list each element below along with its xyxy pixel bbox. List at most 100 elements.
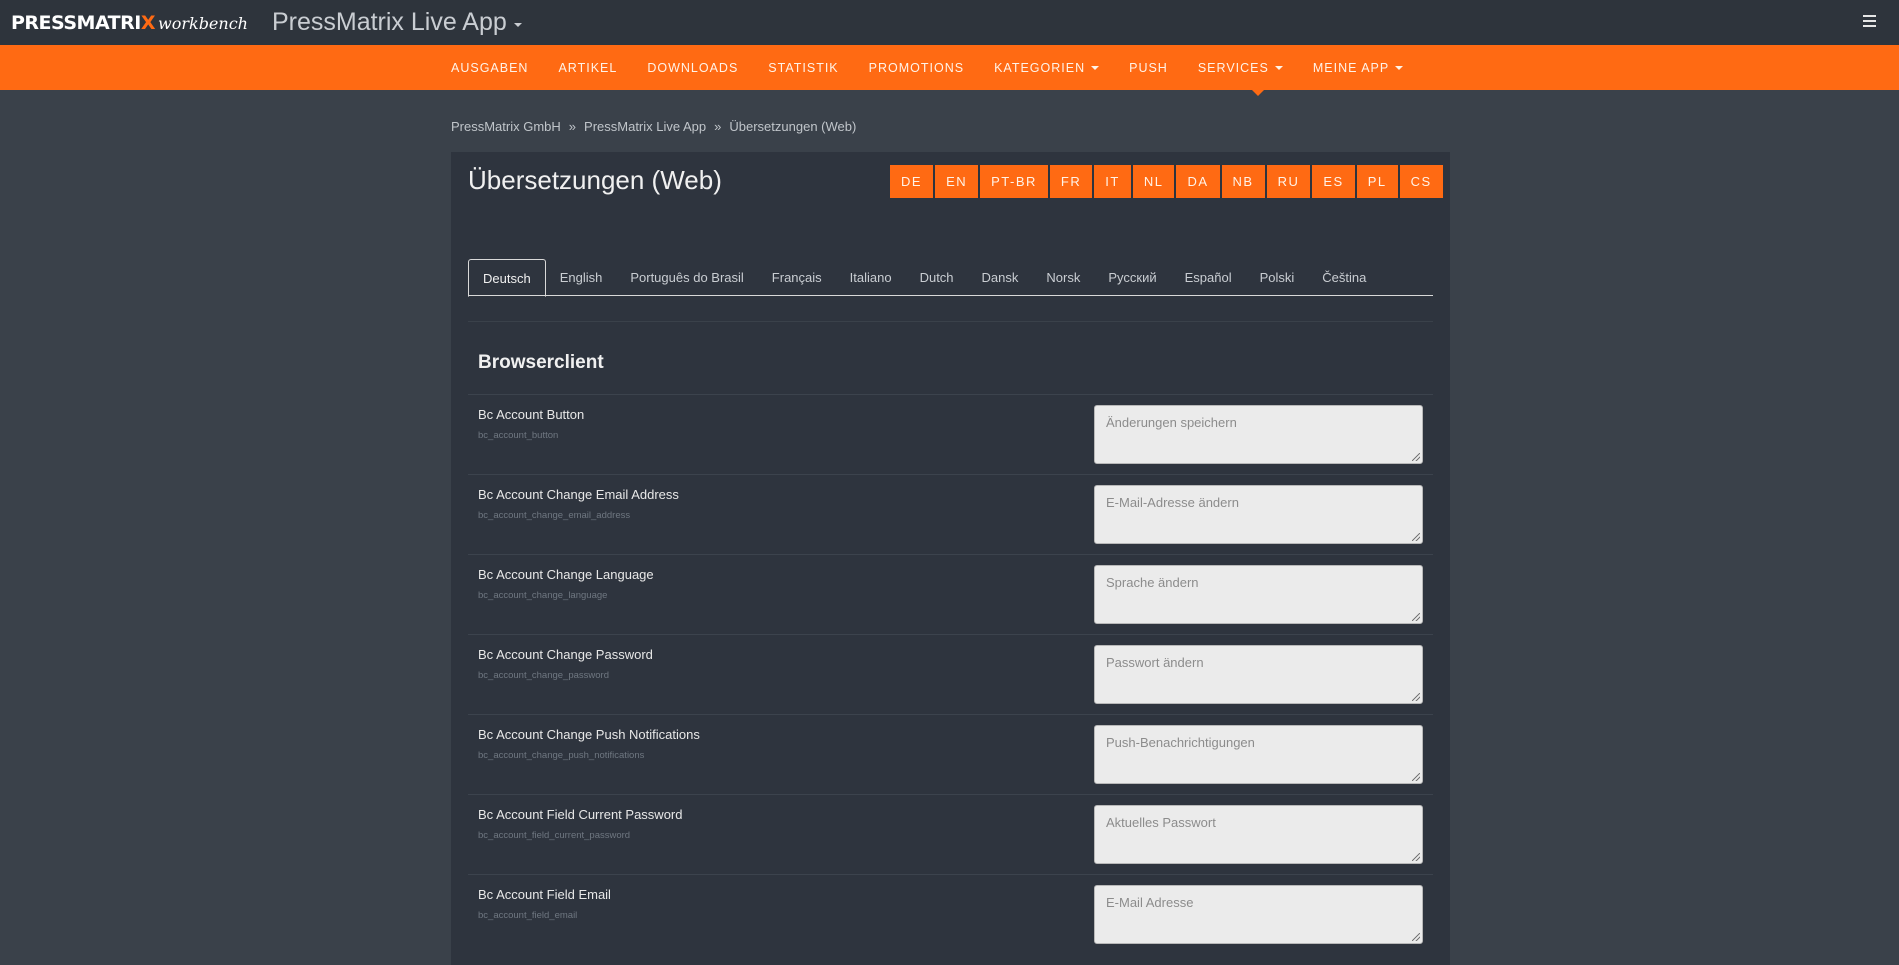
nav-item-kategorien[interactable]: KATEGORIEN [994, 60, 1100, 75]
translation-textarea[interactable]: E-Mail-Adresse ändern [1094, 485, 1423, 544]
lang-button-es[interactable]: ES [1312, 165, 1355, 198]
nav-item-artikel[interactable]: ARTIKEL [558, 61, 617, 75]
nav-item-label: AUSGABEN [451, 60, 529, 75]
tab-italiano[interactable]: Italiano [836, 259, 906, 296]
nav-item-services[interactable]: SERVICES [1198, 61, 1283, 75]
caret-down-icon [1395, 66, 1404, 70]
caret-down-icon [1274, 66, 1283, 70]
resize-handle-icon[interactable] [1412, 693, 1420, 701]
breadcrumb: PressMatrix GmbH » PressMatrix Live App » Üb… [451, 119, 856, 134]
translation-textarea[interactable]: Passwort ändern [1094, 645, 1423, 704]
pressmatrix-logo[interactable]: PRESSMATRIX workbench [11, 12, 248, 34]
language-buttons: DE EN PT-BR FR IT NL DA NB RU ES PL CS [890, 165, 1445, 198]
tab-norsk[interactable]: Norsk [1032, 259, 1094, 296]
lang-button-pt-br[interactable]: PT-BR [980, 165, 1048, 198]
tab-dansk[interactable]: Dansk [968, 259, 1033, 296]
tab-lang-8[interactable]: Русский [1094, 259, 1170, 296]
translation-row: Bc Account Change Password bc_account_cha… [468, 634, 1433, 714]
nav-item-label: ARTIKEL [558, 60, 618, 75]
tab-dutch[interactable]: Dutch [906, 259, 968, 296]
translation-key: bc_account_field_email [478, 910, 578, 921]
lang-button-cs[interactable]: CS [1399, 165, 1443, 198]
translation-row: Bc Account Field Current Password bc_acco… [468, 794, 1433, 874]
translation-row: Bc Account Change Push Notifications bc_a… [468, 714, 1433, 794]
resize-handle-icon[interactable] [1412, 533, 1420, 541]
translation-key: bc_account_change_password [478, 670, 609, 681]
translation-textarea[interactable]: E-Mail Adresse [1094, 885, 1423, 944]
breadcrumb-separator: » [714, 119, 722, 134]
nav-item-label: PROMOTIONS [868, 60, 965, 75]
nav-item-promotions[interactable]: PROMOTIONS [869, 61, 964, 75]
translation-textarea[interactable]: Änderungen speichern [1094, 405, 1423, 464]
translation-value: Sprache ändern [1106, 575, 1199, 590]
tab-polski[interactable]: Polski [1246, 259, 1309, 296]
translation-row: Bc Account Button bc_account_button Änderu… [468, 394, 1433, 474]
hamburger-menu-icon[interactable] [1863, 15, 1876, 27]
lang-button-it[interactable]: IT [1094, 165, 1131, 198]
translation-key: bc_account_change_language [478, 590, 608, 601]
translation-textarea[interactable]: Push-Benachrichtigungen [1094, 725, 1423, 784]
lang-button-nl[interactable]: NL [1132, 165, 1175, 198]
page-title: Übersetzungen (Web) [468, 165, 722, 195]
translation-row: Bc Account Field Email bc_account_field_e… [468, 874, 1433, 954]
breadcrumb-item[interactable]: PressMatrix GmbH [451, 119, 561, 134]
resize-handle-icon[interactable] [1412, 933, 1420, 941]
nav-item-label: SERVICES [1197, 60, 1269, 75]
lang-button-nb[interactable]: NB [1221, 165, 1265, 198]
translation-textarea[interactable]: Aktuelles Passwort [1094, 805, 1423, 864]
translation-textarea[interactable]: Sprache ändern [1094, 565, 1423, 624]
tab-cestina[interactable]: Čeština [1308, 259, 1380, 296]
translation-label: Bc Account Field Email [478, 887, 611, 902]
app-switcher[interactable]: PressMatrix Live App [272, 8, 522, 37]
caret-down-icon [1091, 66, 1100, 70]
translation-label: Bc Account Change Language [478, 567, 654, 582]
translation-label: Bc Account Change Push Notifications [478, 727, 700, 742]
resize-handle-icon[interactable] [1412, 613, 1420, 621]
translations-panel: Übersetzungen (Web) DE EN PT-BR FR IT NL DA NB R… [451, 152, 1450, 965]
translation-key: bc_account_button [478, 430, 559, 441]
translation-key: bc_account_change_push_notifications [478, 750, 645, 761]
nav-item-label: STATISTIK [768, 60, 839, 75]
lang-button-de[interactable]: DE [890, 165, 934, 198]
translation-value: Push-Benachrichtigungen [1106, 735, 1255, 750]
lang-button-da[interactable]: DA [1176, 165, 1220, 198]
nav-item-label: DOWNLOADS [647, 60, 739, 75]
translation-label: Bc Account Change Password [478, 647, 653, 662]
translation-label: Bc Account Change Email Address [478, 487, 679, 502]
divider [468, 321, 1433, 322]
nav-items: AUSGABEN ARTIKEL DOWNLOADS STATISTIK PROMOTI… [451, 45, 1433, 90]
breadcrumb-separator: » [568, 119, 577, 134]
tab-portugues-do-brasil[interactable]: Português do Brasil [616, 259, 757, 296]
caret-down-icon [513, 22, 522, 27]
tab-deutsch[interactable]: Deutsch [468, 259, 546, 297]
logo-wordmark: PRESSMATRIX [11, 11, 156, 34]
lang-button-fr[interactable]: FR [1049, 165, 1093, 198]
translation-value: Aktuelles Passwort [1106, 815, 1216, 830]
tab-francais[interactable]: Français [758, 259, 836, 296]
tab-english[interactable]: English [546, 259, 617, 296]
lang-button-ru[interactable]: RU [1266, 165, 1311, 198]
translation-key: bc_account_field_current_password [478, 830, 631, 841]
active-nav-pointer [1252, 90, 1264, 96]
nav-item-meine-app[interactable]: MEINE APP [1313, 61, 1404, 75]
translation-key: bc_account_change_email_address [478, 510, 631, 521]
logo-subtitle: workbench [158, 13, 248, 33]
nav-item-label: KATEGORIEN [994, 60, 1086, 75]
nav-item-statistik[interactable]: STATISTIK [768, 61, 838, 75]
translation-label: Bc Account Button [478, 407, 585, 422]
translation-row: Bc Account Change Language bc_account_cha… [468, 554, 1433, 634]
lang-button-pl[interactable]: PL [1356, 165, 1398, 198]
nav-item-push[interactable]: PUSH [1129, 61, 1168, 75]
resize-handle-icon[interactable] [1412, 453, 1420, 461]
breadcrumb-item[interactable]: PressMatrix Live App [584, 119, 706, 134]
nav-item-label: PUSH [1129, 60, 1168, 75]
lang-button-en[interactable]: EN [935, 165, 979, 198]
nav-item-downloads[interactable]: DOWNLOADS [647, 61, 738, 75]
resize-handle-icon[interactable] [1412, 853, 1420, 861]
breadcrumb-item: Übersetzungen (Web) [729, 119, 857, 134]
top-header: PRESSMATRIX workbench PressMatrix Live A… [0, 0, 1899, 45]
nav-item-ausgaben[interactable]: AUSGABEN [451, 61, 528, 75]
resize-handle-icon[interactable] [1412, 773, 1420, 781]
translation-row: Bc Account Change Email Address bc_accoun… [468, 474, 1433, 554]
tab-espanol[interactable]: Español [1171, 259, 1246, 296]
